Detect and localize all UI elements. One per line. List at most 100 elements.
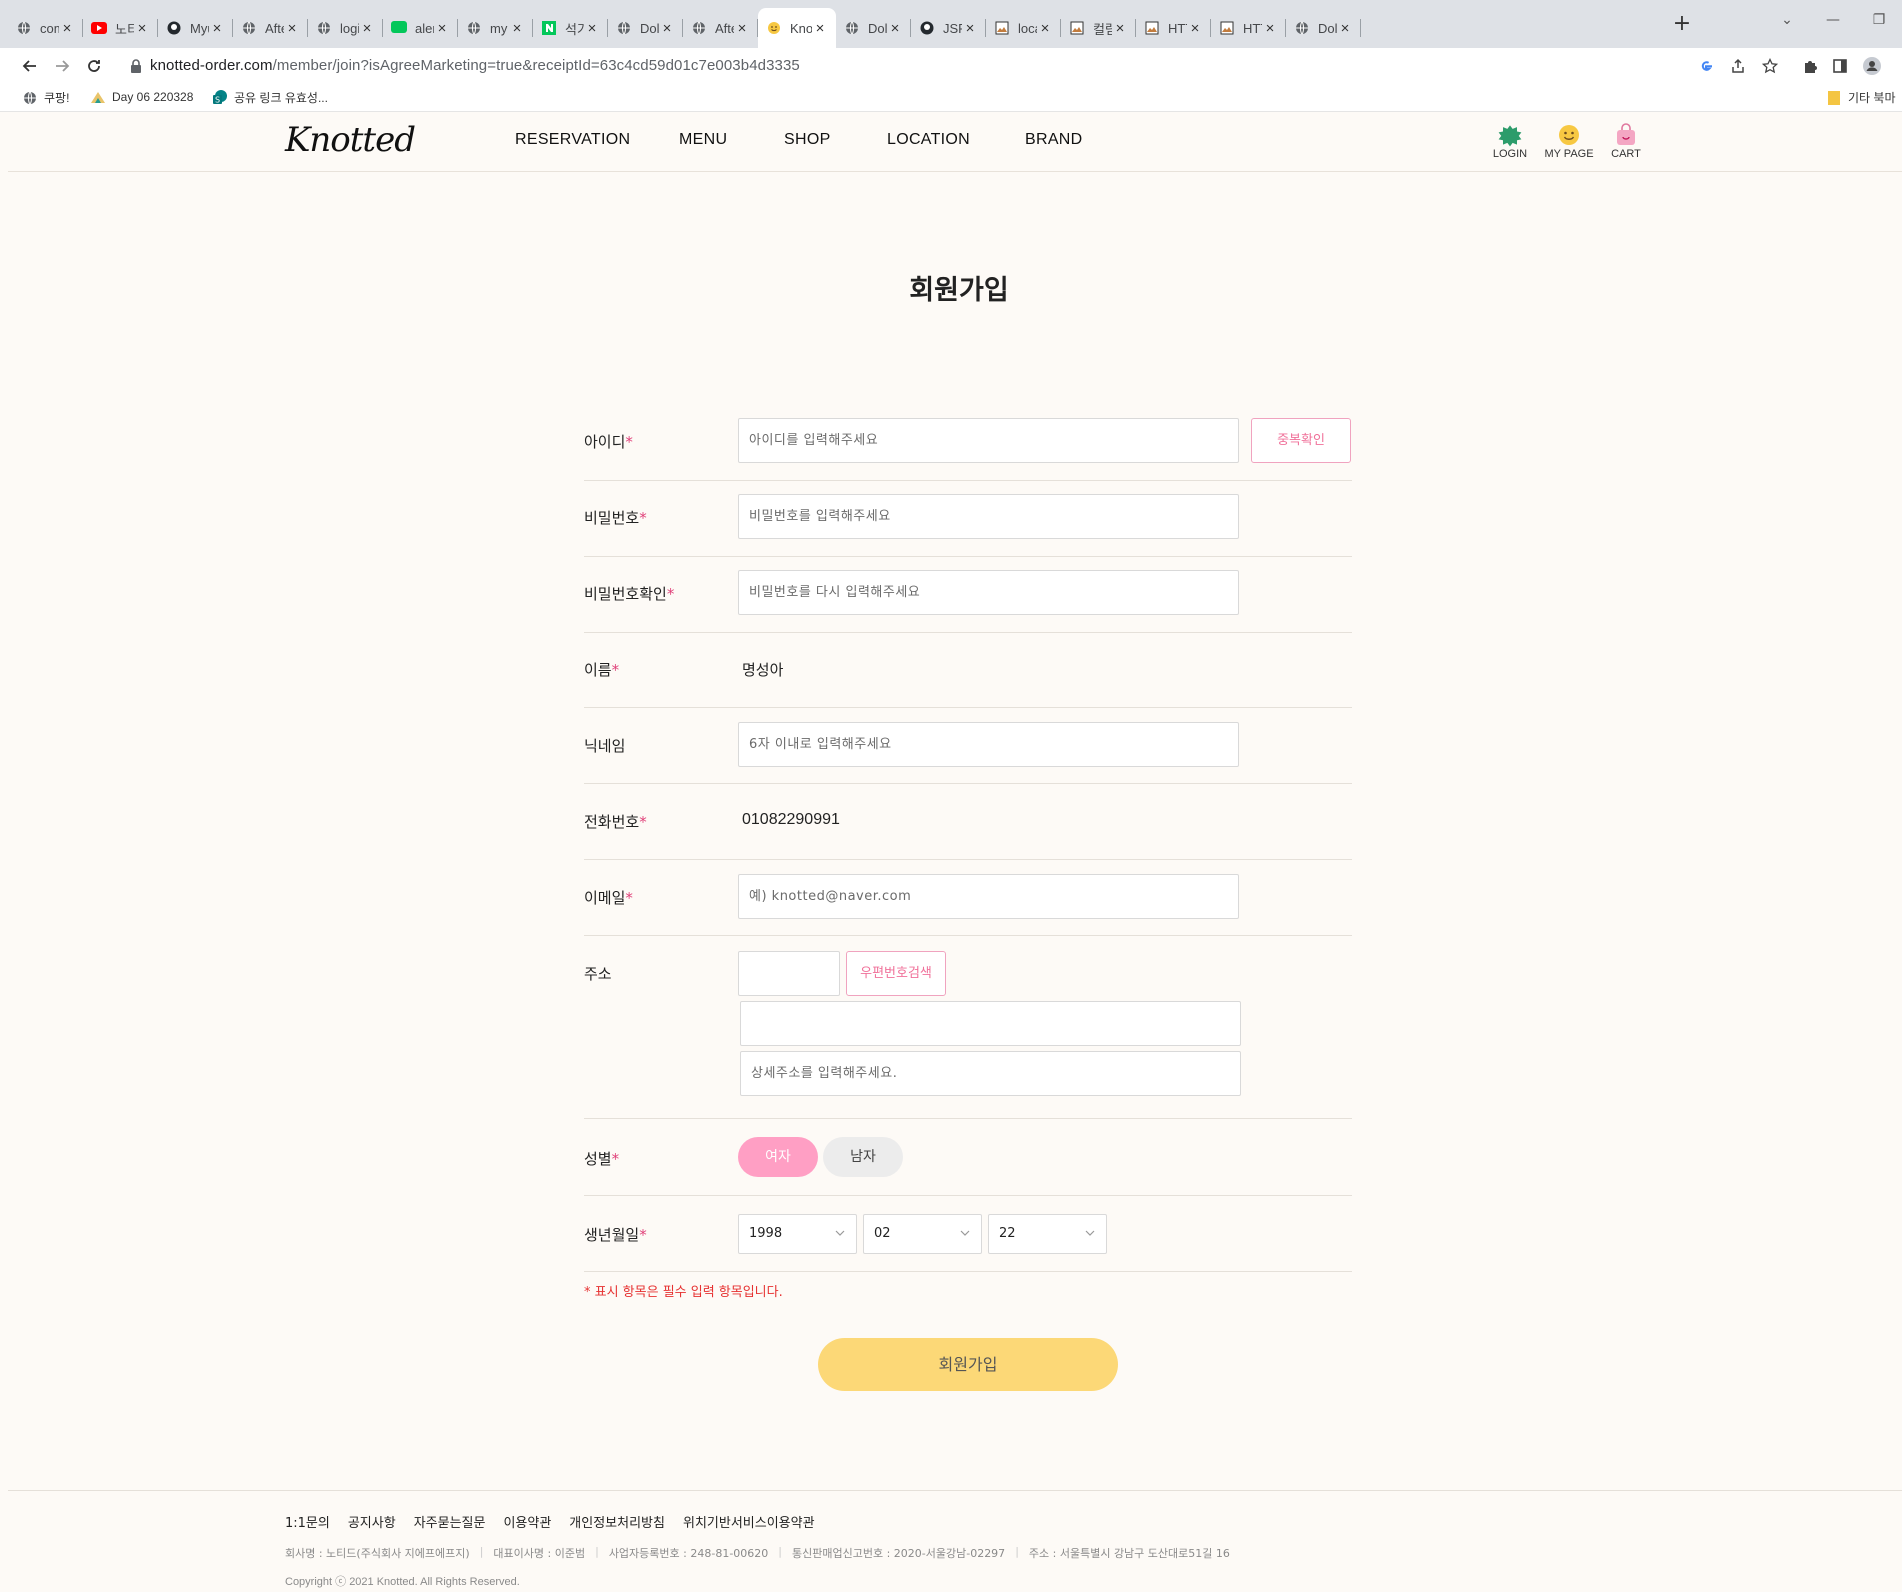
- browser-tab[interactable]: Afte×: [233, 8, 308, 48]
- close-icon[interactable]: ×: [1037, 20, 1053, 37]
- address-bar[interactable]: knotted-order.com/member/join?isAgreeMar…: [150, 57, 800, 74]
- email-input[interactable]: [738, 874, 1239, 919]
- side-panel-icon[interactable]: [1830, 56, 1850, 76]
- login-link[interactable]: LOGIN: [1480, 122, 1540, 160]
- restore-icon[interactable]: ❐: [1856, 0, 1902, 40]
- footer-link-location-terms[interactable]: 위치기반서비스이용약관: [683, 1512, 815, 1531]
- close-icon[interactable]: ×: [1262, 20, 1278, 37]
- close-icon[interactable]: ×: [659, 20, 675, 37]
- footer-link-privacy[interactable]: 개인정보처리방침: [569, 1512, 665, 1531]
- browser-tab[interactable]: my p×: [458, 8, 533, 48]
- tab-search-icon[interactable]: ⌄: [1764, 0, 1810, 40]
- tab-title: 노티: [115, 21, 134, 37]
- close-icon[interactable]: ×: [134, 20, 150, 37]
- id-label: 아이디*: [584, 431, 633, 452]
- password-confirm-input[interactable]: [738, 570, 1239, 615]
- required-mark: *: [625, 433, 633, 451]
- gender-label: 성별*: [584, 1148, 619, 1169]
- close-icon[interactable]: ×: [59, 20, 75, 37]
- close-icon[interactable]: ×: [812, 20, 828, 37]
- nav-location[interactable]: LOCATION: [887, 131, 970, 149]
- knotted-logo[interactable]: Knotted: [285, 120, 416, 160]
- window-controls: ⌄ — ❐: [1764, 0, 1902, 40]
- close-icon[interactable]: ×: [1337, 20, 1353, 37]
- browser-tab[interactable]: JSPS×: [911, 8, 986, 48]
- close-icon[interactable]: ×: [1112, 20, 1128, 37]
- other-bookmarks[interactable]: 기타 북마: [1826, 89, 1896, 106]
- footer-link-terms[interactable]: 이용약관: [503, 1512, 551, 1531]
- lock-icon[interactable]: [129, 58, 145, 74]
- browser-tab[interactable]: HTTF×: [1136, 8, 1211, 48]
- tab-title: HTTF: [1168, 20, 1187, 36]
- forward-icon[interactable]: [50, 54, 74, 78]
- profile-icon[interactable]: [1862, 56, 1882, 76]
- required-mark: *: [639, 1226, 647, 1244]
- signup-submit-button[interactable]: 회원가입: [818, 1338, 1118, 1391]
- birth-day-select[interactable]: 22: [988, 1214, 1107, 1254]
- close-icon[interactable]: ×: [887, 20, 903, 37]
- footer-link-inquiry[interactable]: 1:1문의: [285, 1512, 330, 1531]
- id-check-button[interactable]: 중복확인: [1251, 418, 1351, 463]
- id-input[interactable]: [738, 418, 1239, 463]
- url-host: knotted-order.com: [150, 57, 273, 74]
- close-icon[interactable]: ×: [1187, 20, 1203, 37]
- image-icon: [994, 20, 1010, 36]
- zipcode-input[interactable]: [738, 951, 840, 996]
- nickname-input[interactable]: [738, 722, 1239, 767]
- close-icon[interactable]: ×: [509, 20, 525, 37]
- close-icon[interactable]: ×: [962, 20, 978, 37]
- browser-tab[interactable]: alert×: [383, 8, 458, 48]
- gender-male-button[interactable]: 남자: [823, 1137, 903, 1177]
- back-icon[interactable]: [18, 54, 42, 78]
- nav-shop[interactable]: SHOP: [784, 131, 831, 149]
- close-icon[interactable]: ×: [584, 20, 600, 37]
- share-icon[interactable]: [1728, 56, 1748, 76]
- close-icon[interactable]: ×: [434, 20, 450, 37]
- browser-tab[interactable]: Dolc×: [608, 8, 683, 48]
- address-detail-input[interactable]: [740, 1051, 1241, 1096]
- bookmark-item[interactable]: 쿠팡!: [22, 89, 69, 106]
- browser-tab[interactable]: 석가 ×: [533, 8, 608, 48]
- browser-tab[interactable]: 노티 ×: [83, 8, 158, 48]
- browser-tab[interactable]: Knot×: [758, 8, 836, 48]
- birth-month-select[interactable]: 02: [863, 1214, 982, 1254]
- close-icon[interactable]: ×: [284, 20, 300, 37]
- browser-tab[interactable]: Dolc×: [1286, 8, 1361, 48]
- google-icon[interactable]: [1696, 56, 1716, 76]
- cart-link[interactable]: CART: [1596, 122, 1656, 160]
- bookmark-item[interactable]: Day 06 220328: [90, 89, 193, 105]
- browser-tab[interactable]: locall×: [986, 8, 1061, 48]
- mypage-link[interactable]: MY PAGE: [1539, 122, 1599, 160]
- zipcode-search-button[interactable]: 우편번호검색: [846, 951, 946, 996]
- close-icon[interactable]: ×: [359, 20, 375, 37]
- browser-tab[interactable]: 컬럼 ×: [1061, 8, 1136, 48]
- new-tab-button[interactable]: +: [1670, 12, 1694, 36]
- reload-icon[interactable]: [82, 54, 106, 78]
- tab-title: login: [340, 20, 359, 36]
- nav-menu[interactable]: MENU: [679, 131, 727, 149]
- bookmark-item[interactable]: S 공유 링크 유효성...: [212, 89, 328, 106]
- nav-reservation[interactable]: RESERVATION: [515, 131, 630, 149]
- browser-tab[interactable]: Myu×: [158, 8, 233, 48]
- browser-tab[interactable]: login×: [308, 8, 383, 48]
- footer-link-notice[interactable]: 공지사항: [348, 1512, 396, 1531]
- nav-brand[interactable]: BRAND: [1025, 131, 1083, 149]
- other-bookmarks-label: 기타 북마: [1848, 91, 1896, 105]
- minimize-icon[interactable]: —: [1810, 0, 1856, 40]
- gender-female-button[interactable]: 여자: [738, 1137, 818, 1177]
- address-input[interactable]: [740, 1001, 1241, 1046]
- browser-tab[interactable]: com×: [8, 8, 83, 48]
- phone-label: 전화번호*: [584, 811, 647, 832]
- password-input[interactable]: [738, 494, 1239, 539]
- footer-link-faq[interactable]: 자주묻는질문: [414, 1512, 486, 1531]
- extensions-icon[interactable]: [1800, 56, 1820, 76]
- password-confirm-label-text: 비밀번호확인: [584, 585, 667, 603]
- browser-tab[interactable]: HTTF×: [1211, 8, 1286, 48]
- birth-year-select[interactable]: 1998: [738, 1214, 857, 1254]
- chevron-down-icon: [1085, 1230, 1095, 1236]
- browser-tab[interactable]: Afte×: [683, 8, 758, 48]
- close-icon[interactable]: ×: [209, 20, 225, 37]
- star-icon[interactable]: [1760, 56, 1780, 76]
- close-icon[interactable]: ×: [734, 20, 750, 37]
- browser-tab[interactable]: Dolc×: [836, 8, 911, 48]
